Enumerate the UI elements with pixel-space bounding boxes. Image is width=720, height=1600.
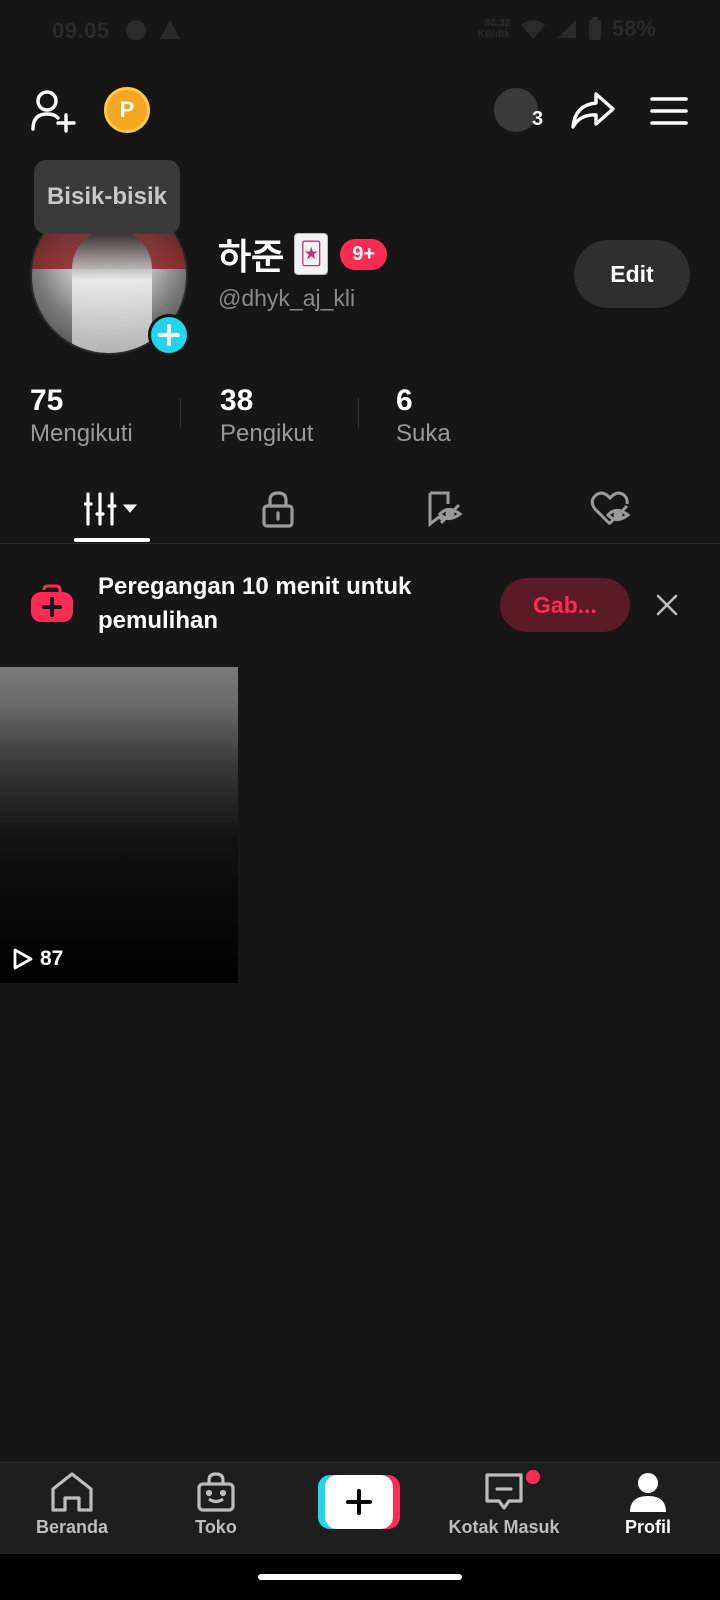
- bookmark-hidden-icon: [428, 491, 462, 528]
- profile-handle: @dhyk_aj_kli: [218, 285, 356, 311]
- inbox-notification-dot: [526, 1470, 540, 1484]
- stat-divider: [180, 398, 181, 428]
- health-kit-icon: [30, 584, 74, 629]
- nav-inbox-label: Kotak Masuk: [448, 1517, 560, 1537]
- story-count: 3: [532, 108, 544, 130]
- edit-profile-button[interactable]: Edit: [574, 240, 690, 308]
- nav-profile[interactable]: Profil: [578, 1471, 718, 1551]
- plus-icon: [346, 1489, 372, 1515]
- whisper-tooltip[interactable]: Bisik-bisik: [34, 160, 180, 234]
- battery-percent: 58%: [611, 16, 656, 41]
- play-icon: [13, 948, 33, 970]
- nav-home[interactable]: Beranda: [2, 1471, 142, 1551]
- close-icon: [656, 594, 678, 616]
- inbox-message-icon: [485, 1473, 523, 1510]
- join-button[interactable]: Gab...: [500, 578, 630, 632]
- avatar-figure: [72, 229, 152, 353]
- gesture-area: [0, 1554, 720, 1600]
- nav-shop-label: Toko: [195, 1517, 237, 1537]
- wifi-icon: [520, 20, 545, 39]
- stat-value: 38: [220, 384, 254, 417]
- coins-button[interactable]: P: [104, 87, 150, 133]
- home-gesture-bar[interactable]: [258, 1574, 462, 1580]
- stat-label: Suka: [396, 420, 451, 447]
- signal-icon: [557, 20, 576, 38]
- status-right-group: 86,32 KB/dtk 58%: [478, 16, 656, 42]
- net-speed: 86,32 KB/dtk: [477, 18, 510, 40]
- plus-icon: [158, 324, 180, 346]
- create-button-face: [325, 1475, 393, 1529]
- warning-icon: [160, 20, 180, 39]
- bottom-nav: Beranda Toko Kotak Masuk Profil: [0, 1462, 720, 1554]
- nav-inbox[interactable]: Kotak Masuk: [434, 1471, 574, 1551]
- profile-icon: [630, 1473, 666, 1512]
- active-tab-indicator: [74, 538, 150, 542]
- joker-card-icon: 🃏: [294, 233, 329, 275]
- tab-private[interactable]: [188, 476, 368, 542]
- stat-value: 6: [396, 384, 413, 417]
- close-promo-button[interactable]: [652, 590, 682, 620]
- stat-label: Pengikut: [220, 420, 314, 447]
- coin-icon: P: [119, 97, 135, 122]
- share-arrow-icon: [571, 92, 615, 129]
- battery-icon: [588, 17, 601, 40]
- add-story-button[interactable]: [148, 314, 190, 356]
- add-friend-button[interactable]: [28, 86, 78, 136]
- tab-saved[interactable]: [354, 476, 534, 542]
- status-notification-icons: [124, 18, 182, 42]
- shopping-bag-icon: [197, 1472, 235, 1512]
- stat-value: 75: [30, 384, 64, 417]
- grid-filter-icon: [84, 492, 138, 526]
- profile-tabs: [0, 476, 720, 544]
- stat-likes[interactable]: 6 Suka: [396, 384, 451, 448]
- nav-home-label: Beranda: [35, 1517, 109, 1537]
- hamburger-menu-icon: [650, 97, 688, 125]
- home-icon: [51, 1472, 93, 1512]
- promo-text: Peregangan 10 menit untuk pemulihan: [98, 573, 412, 634]
- view-count-text: 87: [40, 947, 64, 970]
- profile-name: 하준: [218, 237, 285, 278]
- stat-label: Mengikuti: [30, 420, 133, 447]
- notification-badge[interactable]: 9+: [340, 238, 388, 270]
- status-time: 09.05: [52, 18, 110, 43]
- status-bar: 09.05 86,32 KB/dtk 58%: [0, 0, 720, 60]
- tab-videos[interactable]: [22, 476, 202, 542]
- add-person-icon: [31, 90, 76, 133]
- lock-icon: [262, 491, 294, 528]
- profile-name-row: 하준 🃏 9+: [218, 228, 388, 280]
- create-button[interactable]: [318, 1475, 400, 1529]
- tab-liked[interactable]: [520, 476, 700, 542]
- menu-button[interactable]: [644, 86, 694, 136]
- promo-banner[interactable]: Peregangan 10 menit untuk pemulihan Gab.…: [0, 562, 720, 646]
- nav-profile-label: Profil: [624, 1517, 671, 1537]
- stat-following[interactable]: 75 Mengikuti: [30, 384, 133, 448]
- video-view-count: 87: [12, 947, 63, 971]
- stat-followers[interactable]: 38 Pengikut: [220, 384, 313, 448]
- profile-stats: 75 Mengikuti 38 Pengikut 6 Suka: [0, 384, 720, 454]
- heart-hidden-icon: [590, 491, 630, 526]
- whatsapp-icon: [126, 20, 146, 40]
- share-profile-button[interactable]: [568, 86, 618, 136]
- nav-shop[interactable]: Toko: [146, 1471, 286, 1551]
- stat-divider: [358, 398, 359, 428]
- video-thumbnail[interactable]: 87: [0, 667, 238, 983]
